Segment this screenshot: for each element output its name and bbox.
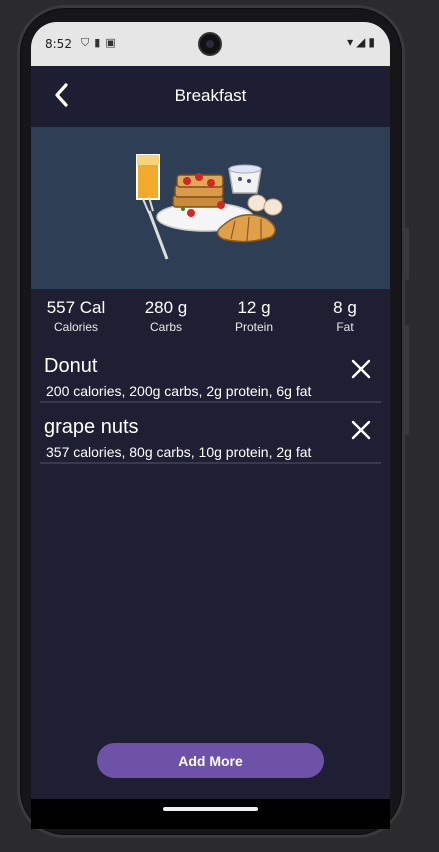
food-details: 357 calories, 80g carbs, 10g protein, 2g…	[46, 444, 312, 460]
shield-icon: ⛉	[81, 36, 95, 49]
system-icons: ▾◢▮	[347, 35, 378, 49]
food-item: Donut 200 calories, 200g carbs, 2g prote…	[40, 355, 381, 403]
volume-button	[405, 325, 409, 435]
stat-value: 12 g	[237, 298, 271, 317]
food-name: grape nuts	[44, 416, 139, 438]
stat-value: 557 Cal	[46, 298, 106, 317]
stat-label: Calories	[53, 320, 98, 334]
status-bar: 8:52 ⛉▮▣ ▾◢▮	[31, 22, 390, 66]
stat-value: 8 g	[333, 298, 357, 317]
sim-icon: ▣	[105, 36, 121, 49]
battery-icon: ▮	[368, 35, 378, 49]
stat-protein: 12 g Protein	[209, 298, 299, 334]
app-screen: 8:52 ⛉▮▣ ▾◢▮ Breakfast 557 Cal Calories …	[31, 22, 390, 799]
wifi-icon: ▾	[347, 35, 357, 49]
system-navigation-bar	[31, 799, 390, 829]
breakfast-illustration	[136, 154, 283, 260]
front-camera	[198, 32, 222, 56]
stat-carbs: 280 g Carbs	[121, 298, 211, 334]
app-bar: Breakfast	[31, 66, 390, 126]
power-button	[405, 228, 409, 280]
stat-value: 280 g	[144, 298, 188, 317]
clipboard-icon: ▮	[94, 36, 106, 49]
add-more-button[interactable]: Add More	[97, 743, 324, 778]
signal-icon: ◢	[356, 35, 369, 49]
notification-icons: ⛉▮▣	[81, 36, 121, 50]
food-name: Donut	[44, 355, 98, 377]
home-indicator[interactable]	[163, 807, 258, 811]
status-time: 8:52	[45, 37, 72, 51]
nutrition-summary: 557 Cal Calories 280 g Carbs 12 g Protei…	[31, 298, 390, 348]
stat-label: Fat	[336, 320, 354, 334]
stat-label: Carbs	[149, 320, 182, 334]
page-title: Breakfast	[174, 86, 247, 105]
food-item: grape nuts 357 calories, 80g carbs, 10g …	[40, 416, 381, 464]
stat-label: Protein	[234, 320, 274, 334]
hero-banner	[31, 127, 390, 289]
food-details: 200 calories, 200g carbs, 2g protein, 6g…	[46, 383, 312, 399]
close-icon[interactable]	[349, 418, 373, 442]
stat-calories: 557 Cal Calories	[31, 298, 121, 334]
stat-fat: 8 g Fat	[300, 298, 390, 334]
close-icon[interactable]	[349, 357, 373, 381]
